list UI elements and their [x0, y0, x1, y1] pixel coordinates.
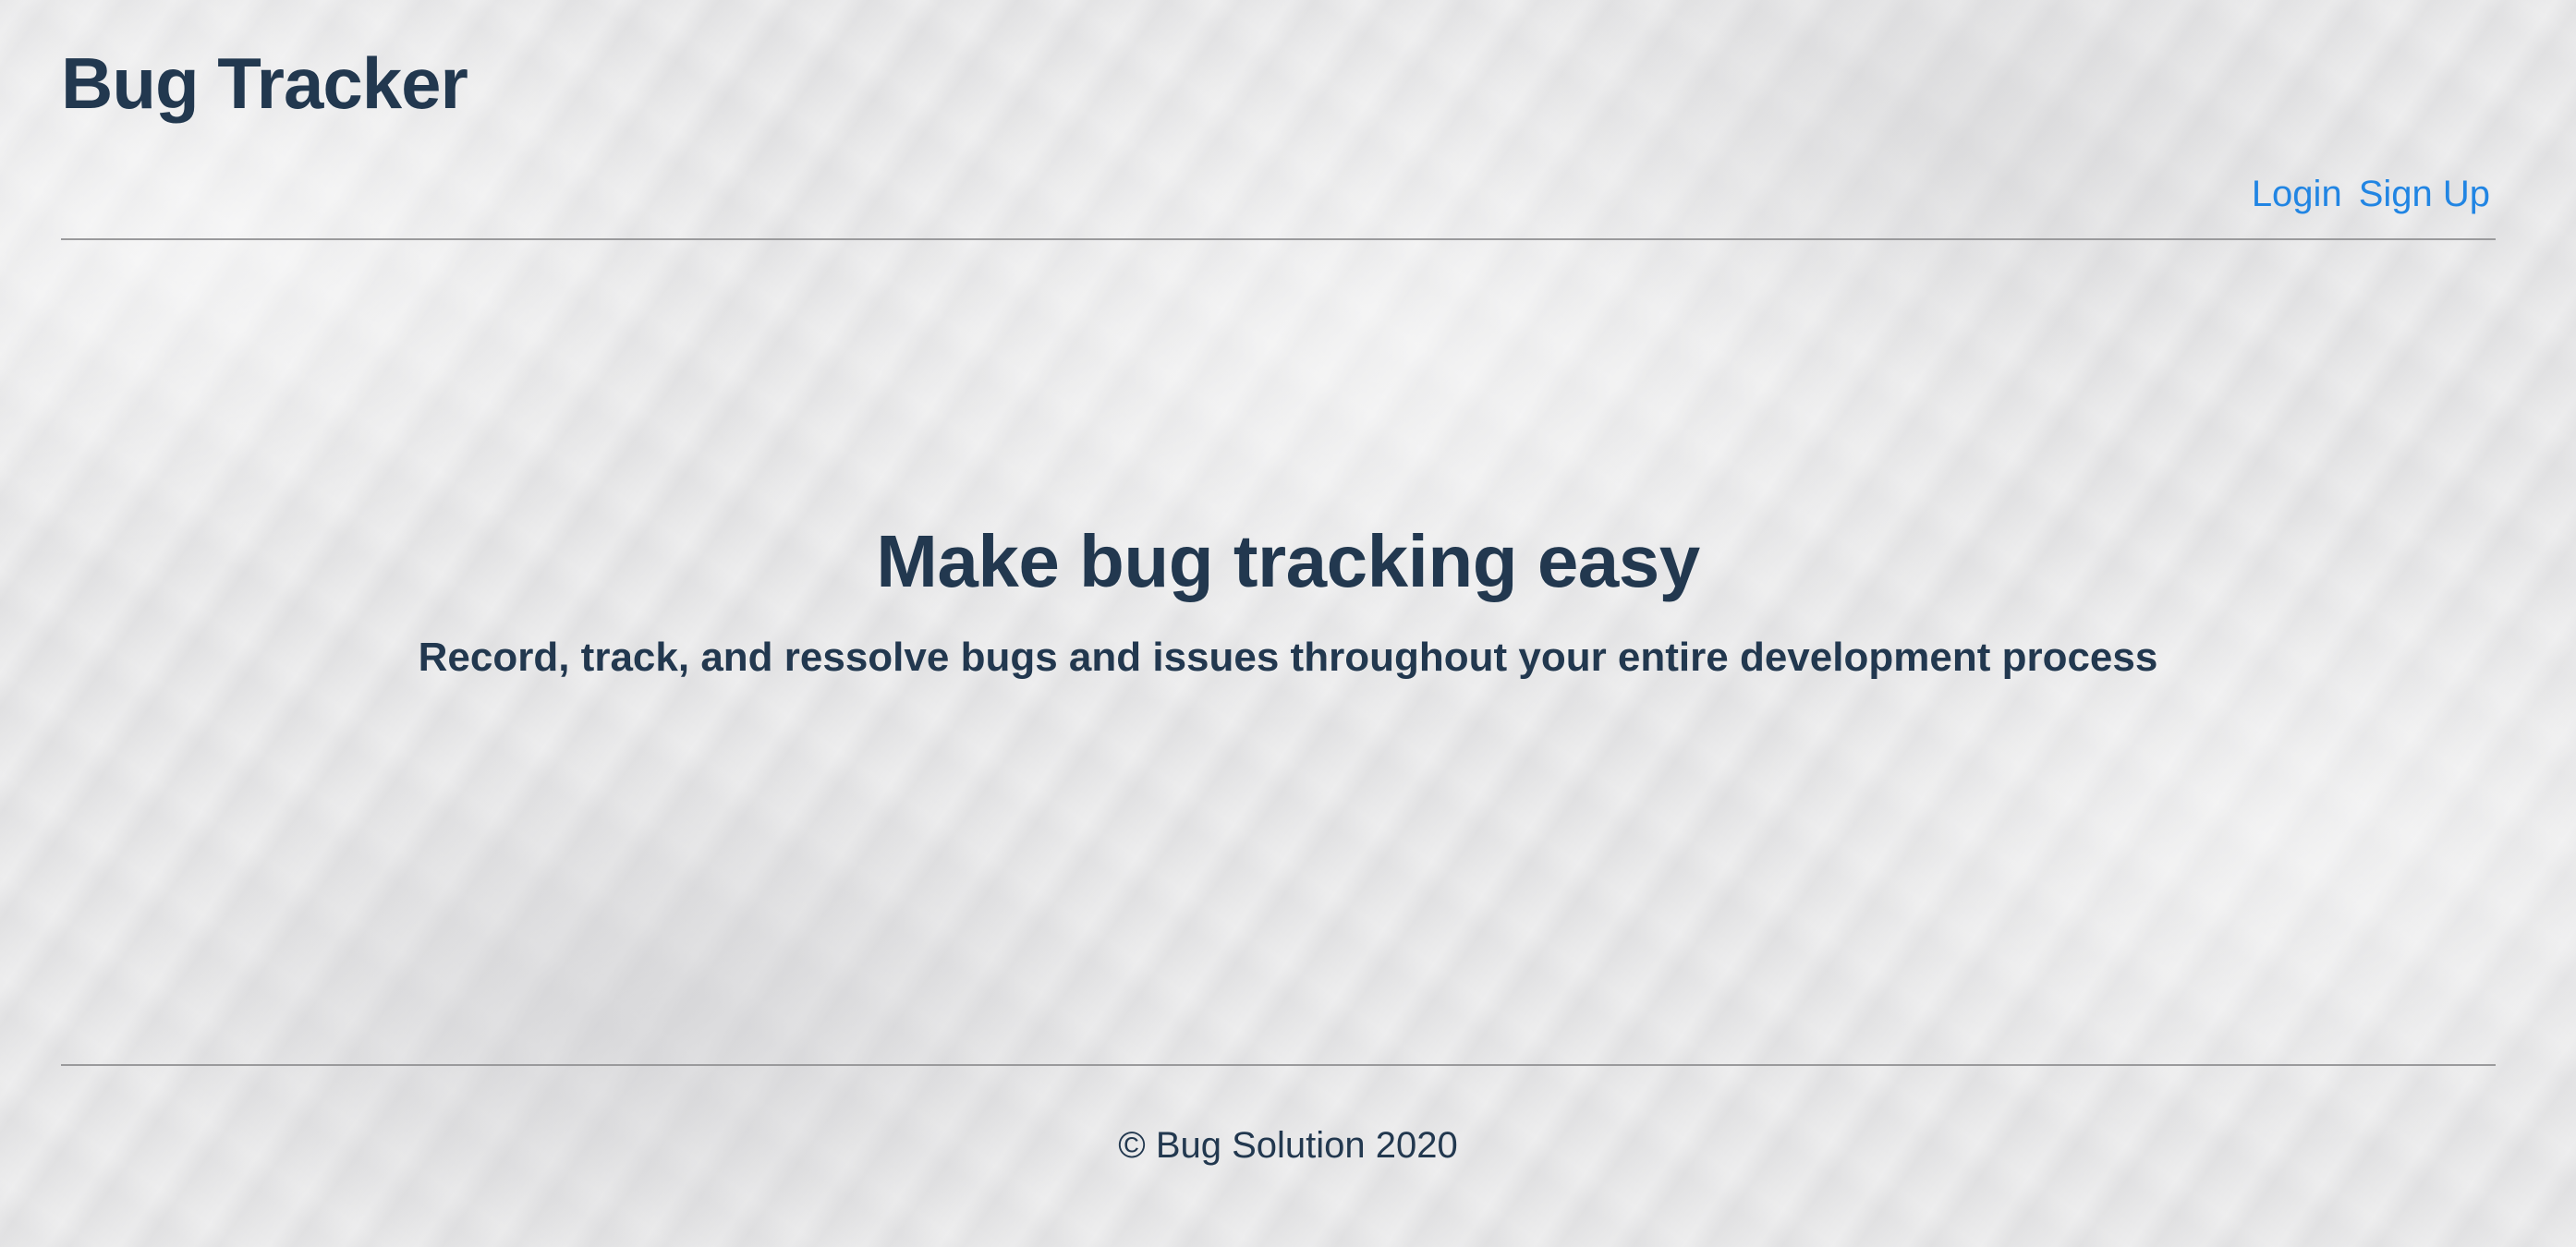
hero-section: Make bug tracking easy Record, track, an… — [0, 517, 2576, 683]
brand-title[interactable]: Bug Tracker — [61, 41, 468, 127]
copyright-text: © Bug Solution 2020 — [1118, 1125, 1458, 1166]
hero-title: Make bug tracking easy — [876, 520, 1700, 602]
footer-divider — [61, 1064, 2496, 1066]
site-footer: © Bug Solution 2020 — [0, 1125, 2576, 1167]
header-nav: Login Sign Up — [2252, 174, 2490, 214]
header-divider — [61, 238, 2496, 240]
hero-subtitle: Record, track, and ressolve bugs and iss… — [418, 635, 2158, 680]
signup-link[interactable]: Sign Up — [2359, 174, 2490, 214]
login-link[interactable]: Login — [2252, 174, 2342, 214]
